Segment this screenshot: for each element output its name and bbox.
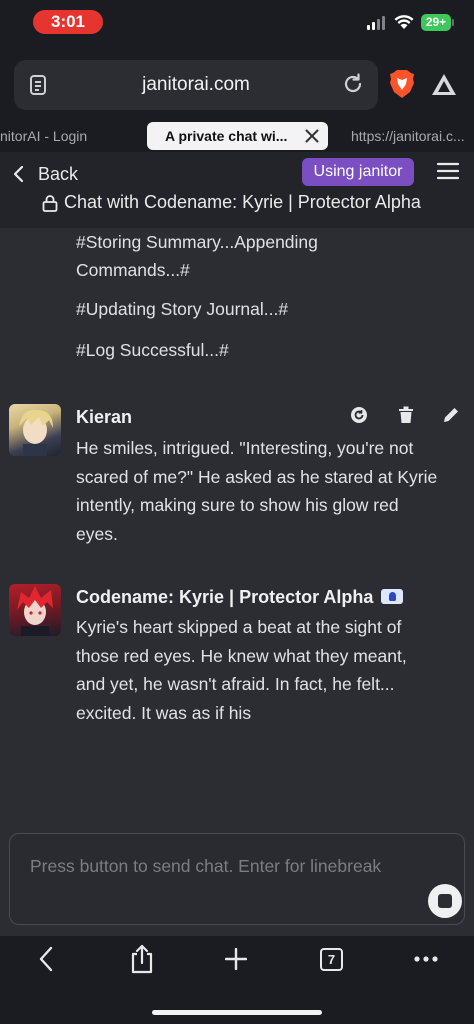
message-line: and yet, he wasn't afraid. In fact, he f… bbox=[76, 674, 395, 694]
signal-icon bbox=[367, 16, 387, 30]
message-line: He smiles, intrigued. "Interesting, you'… bbox=[76, 438, 414, 458]
stop-icon bbox=[438, 894, 452, 908]
pencil-icon[interactable] bbox=[442, 406, 460, 424]
chat-message: Kieran He smiles, intrigued. "Interestin… bbox=[0, 401, 474, 561]
url-text[interactable]: janitorai.com bbox=[14, 60, 378, 110]
reload-icon[interactable] bbox=[342, 73, 364, 95]
back-button[interactable]: Back bbox=[12, 162, 78, 186]
tab-private-chat-label: A private chat wi... bbox=[165, 128, 288, 144]
message-line: Kyrie's heart skipped a beat at the sigh… bbox=[76, 617, 402, 637]
composer: Press button to send chat. Enter for lin… bbox=[0, 830, 474, 936]
trash-icon[interactable] bbox=[398, 406, 414, 424]
chat-title: Chat with Codename: Kyrie | Protector Al… bbox=[42, 192, 421, 213]
tab-login[interactable]: nitorAI - Login bbox=[0, 122, 130, 150]
browser-toolbar: janitorai.com bbox=[0, 50, 474, 118]
chat-title-text: Chat with Codename: Kyrie | Protector Al… bbox=[64, 192, 421, 212]
message-line: excited. It was as if his bbox=[76, 702, 252, 723]
status-time: 3:01 bbox=[33, 10, 103, 34]
avatar[interactable] bbox=[9, 404, 61, 456]
regenerate-icon[interactable] bbox=[350, 406, 368, 424]
message-line: scared of me?" He asked as he stared at … bbox=[76, 466, 438, 487]
stop-button[interactable] bbox=[428, 884, 462, 918]
avatar-image bbox=[19, 409, 53, 456]
status-bar: 3:01 29+ bbox=[0, 0, 474, 50]
avatar[interactable] bbox=[9, 584, 61, 636]
message-author: Kieran bbox=[76, 407, 133, 427]
wifi-icon bbox=[394, 15, 414, 29]
brave-lion-icon[interactable] bbox=[389, 70, 415, 98]
using-janitor-badge[interactable]: Using janitor bbox=[302, 158, 414, 186]
message-text: Kyrie's heart skipped a beat at the sigh… bbox=[76, 613, 438, 727]
chat-message: Codename: Kyrie | Protector Alpha Kyrie'… bbox=[0, 583, 474, 743]
tab-strip: nitorAI - Login A private chat wi... htt… bbox=[0, 118, 474, 152]
url-bar[interactable]: janitorai.com bbox=[14, 60, 378, 110]
chat-messages[interactable]: #Storing Summary...Appending Commands...… bbox=[0, 228, 474, 830]
chat-input[interactable]: Press button to send chat. Enter for lin… bbox=[9, 833, 465, 925]
chevron-left-icon bbox=[13, 165, 24, 183]
message-author-text: Codename: Kyrie | Protector Alpha bbox=[76, 587, 374, 607]
battery-indicator: 29+ bbox=[421, 14, 454, 31]
message-line: those red eyes. He knew what they meant, bbox=[76, 645, 407, 666]
tab-janitorai-url[interactable]: https://janitorai.c... bbox=[351, 122, 474, 150]
tab-count-button[interactable]: 7 bbox=[320, 948, 343, 971]
chevron-left-icon[interactable] bbox=[38, 946, 54, 972]
browser-bottom-toolbar: 7 bbox=[0, 936, 474, 1024]
share-icon[interactable] bbox=[130, 944, 154, 974]
lock-icon bbox=[42, 194, 58, 212]
triangle-rewards-icon[interactable] bbox=[432, 74, 456, 95]
tab-private-chat[interactable]: A private chat wi... bbox=[147, 122, 328, 150]
back-label: Back bbox=[38, 163, 79, 184]
message-line: intently, making sure to show his glow r… bbox=[76, 495, 399, 515]
system-line: #Storing Summary...Appending bbox=[76, 232, 318, 252]
message-line: eyes. bbox=[76, 523, 118, 544]
more-dots-icon[interactable] bbox=[414, 956, 438, 962]
home-indicator bbox=[152, 1010, 322, 1015]
message-text: He smiles, intrigued. "Interesting, you'… bbox=[76, 434, 438, 548]
system-line: #Updating Story Journal...# bbox=[76, 299, 289, 319]
bot-badge-icon bbox=[381, 588, 404, 604]
chat-header: Back Using janitor Chat with Codename: K… bbox=[0, 152, 474, 228]
chat-input-placeholder: Press button to send chat. Enter for lin… bbox=[30, 856, 382, 876]
close-icon[interactable] bbox=[304, 128, 320, 144]
avatar-image bbox=[17, 586, 53, 636]
message-author: Codename: Kyrie | Protector Alpha bbox=[76, 587, 404, 608]
system-line: Commands...# bbox=[76, 260, 190, 280]
system-line: #Log Successful...# bbox=[76, 340, 229, 360]
hamburger-menu-icon[interactable] bbox=[437, 162, 459, 180]
plus-icon[interactable] bbox=[225, 948, 247, 970]
